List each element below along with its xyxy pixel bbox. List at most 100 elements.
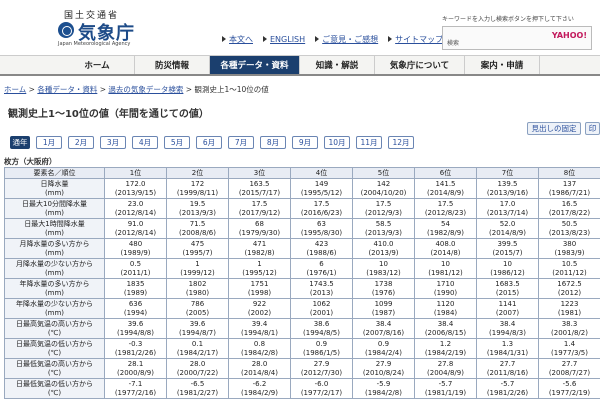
link-english[interactable]: ENGLISH [263,33,305,45]
breadcrumb-data[interactable]: 各種データ・資料 [37,85,97,94]
row-label: 日最低気温の高い方から (℃) [4,358,105,379]
tab-month-2[interactable]: 2月 [68,136,94,149]
element-name: 年降水量の多い方から [19,279,90,288]
row-label: 年降水量の多い方から (mm) [4,278,105,299]
record-date: (2011/8/16) [486,368,529,377]
record-value: 1743.5 [309,279,334,288]
record-date: (1982/8/9) [427,228,464,237]
tab-month-10[interactable]: 10月 [324,136,350,149]
record-date: (1989) [123,288,148,297]
tab-month-8[interactable]: 8月 [260,136,286,149]
element-name: 月降水量の多い方から [19,239,90,248]
tab-month-11[interactable]: 11月 [356,136,382,149]
link-feedback[interactable]: ご意見・ご感想 [315,33,378,45]
record-date: (1976/1) [306,268,337,277]
link-skip-to-content[interactable]: 本文へ [222,33,253,45]
table-cell: 52.0 (2014/8/9) [476,218,539,239]
record-value: 1062 [312,299,331,308]
table-cell: 1835 (1989) [104,278,167,299]
record-value: 471 [252,239,267,248]
record-value: 1120 [436,299,455,308]
nav-home[interactable]: ホーム [60,56,135,74]
print-button[interactable]: 印 [585,122,600,135]
table-cell: 1 (1999/12) [166,258,229,279]
element-name: 日最高気温の高い方から [16,319,93,328]
record-date: (1994) [123,308,148,317]
fix-header-button[interactable]: 見出しの固定 [527,122,581,135]
nav-data[interactable]: 各種データ・資料 [210,56,300,74]
element-unit: (mm) [44,288,65,297]
element-unit: (℃) [47,388,62,397]
page-title: 観測史上1～10位の値（年間を通じての値） [8,109,209,120]
record-date: (2002) [247,308,272,317]
record-value: 1683.5 [495,279,520,288]
record-date: (2008/8/6) [179,228,216,237]
tab-month-3[interactable]: 3月 [100,136,126,149]
nav-disaster-info[interactable]: 防災情報 [135,56,210,74]
record-value: -7.1 [128,379,143,388]
table-cell: 399.5 (2015/7) [476,238,539,259]
record-value: 38.3 [561,319,578,328]
record-date: (2008/7/27) [548,368,591,377]
nav-knowledge[interactable]: 知識・解説 [300,56,375,74]
record-value: 58.5 [375,219,392,228]
table-cell: 58.5 (2013/9/3) [352,218,415,239]
breadcrumb-home[interactable]: ホーム [4,85,26,94]
table-cell: 0.9 (1984/2/4) [352,338,415,359]
jma-logo[interactable]: 国土交通省 気象庁 Japan Meteorological Agency [58,8,168,48]
record-date: (1986/12) [490,268,525,277]
record-date: (1999/12) [180,268,215,277]
tab-month-5[interactable]: 5月 [164,136,190,149]
tab-month-4[interactable]: 4月 [132,136,158,149]
record-value: 10 [379,259,388,268]
table-cell: 1223 (1981) [538,298,600,319]
rank-header: 5位 [352,167,415,179]
table-cell: 0.8 (1984/2/8) [228,338,291,359]
tab-month-12[interactable]: 12月 [388,136,414,149]
table-cell: 480 (1989/9) [104,238,167,259]
table-cell: 475 (1995/7) [166,238,229,259]
tab-all-year[interactable]: 通年 [10,136,30,149]
record-value: 17.5 [313,199,330,208]
nav-about[interactable]: 気象庁について [375,56,465,74]
record-date: (1983/12) [366,268,401,277]
tab-month-6[interactable]: 6月 [196,136,222,149]
record-date: (1986/1/5) [303,348,340,357]
record-date: (2013/8/23) [548,228,591,237]
record-value: 1802 [188,279,207,288]
record-date: (2007) [495,308,520,317]
nav-guidance[interactable]: 案内・申請 [465,56,540,74]
record-date: (2014/8/4) [241,368,278,377]
table-cell: 6 (1976/1) [290,258,353,279]
record-date: (1995/5/12) [300,188,343,197]
record-date: (1976) [371,288,396,297]
site-header: 国土交通省 気象庁 Japan Meteorological Agency 本文… [0,0,600,55]
record-date: (2015) [495,288,520,297]
row-label: 月降水量の少ない方から (mm) [4,258,105,279]
record-value: 0.5 [129,259,142,268]
link-sitemap[interactable]: サイトマップ [388,33,443,45]
record-value: 380 [562,239,577,248]
table-cell: 1120 (1984) [414,298,477,319]
table-row: 日降水量 (mm) 172.0 (2013/9/15) 172 (1999/8/11) 16… [4,178,600,199]
tab-month-1[interactable]: 1月 [36,136,62,149]
record-value: 38.4 [437,319,454,328]
tab-month-7[interactable]: 7月 [228,136,254,149]
breadcrumb-search[interactable]: 過去の気象データ検索 [108,85,183,94]
element-unit: (℃) [47,368,62,377]
table-cell: 139.5 (2013/9/16) [476,178,539,199]
search-input[interactable]: 検索 YAHOO! [442,26,592,50]
rank-header: 4位 [290,167,353,179]
record-date: (2017/9/12) [238,208,281,217]
record-value: 0.8 [253,339,266,348]
table-cell: 141.5 (2014/8/9) [414,178,477,199]
tab-month-9[interactable]: 9月 [292,136,318,149]
record-date: (2012) [557,288,582,297]
record-value: 408.0 [435,239,456,248]
breadcrumb-sep: > [26,85,38,94]
table-row: 日最低気温の高い方から (℃) 28.1 (2000/8/9) 28.0 (2000/7/… [4,358,600,379]
record-value: 172.0 [125,179,146,188]
search-button[interactable]: 検索 [447,38,459,47]
table-cell: 1099 (1987) [352,298,415,319]
record-value: 6 [319,259,324,268]
